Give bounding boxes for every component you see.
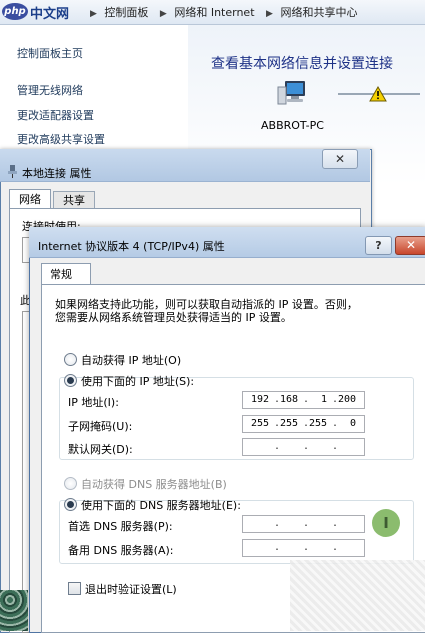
close-button[interactable]: ✕ [395,236,425,255]
ip-auto-label: 自动获得 IP 地址(O) [81,354,182,367]
subnet-octet-1: 255 [250,418,269,429]
desktop-background [0,590,28,631]
network-adapter-icon [7,165,18,178]
lan-properties-title: 本地连接 属性 [22,167,92,180]
alternate-dns-label: 备用 DNS 服务器(A): [68,544,174,557]
ip-address-field[interactable]: 192. 168. 1. 200 [242,391,365,409]
computer-icon [276,79,308,107]
ip-octet-1: 192 [250,394,269,405]
ip-octet-2: 168 [279,394,298,405]
breadcrumb-control-panel[interactable]: 控制面板 [104,6,148,19]
breadcrumb-network-internet[interactable]: 网络和 Internet [174,6,254,19]
preferred-dns-label: 首选 DNS 服务器(P): [68,520,173,533]
logo-oval: php [2,3,28,20]
breadcrumb-separator-icon: ▶ [159,9,167,19]
help-button[interactable]: ? [365,236,392,255]
gateway-field[interactable]: . . . [242,438,365,456]
radio-button-selected-icon [64,374,77,387]
sidebar-item-wireless[interactable]: 管理无线网络 [17,82,83,98]
sidebar-item-adapter[interactable]: 更改适配器设置 [17,107,94,123]
ip-manual-radio[interactable]: 使用下面的 IP 地址(S): [64,373,195,388]
ip-auto-radio[interactable]: 自动获得 IP 地址(O) [64,352,182,367]
dns-manual-radio[interactable]: 使用下面的 DNS 服务器地址(E): [64,497,241,512]
subnet-octet-2: 255 [279,418,298,429]
subnet-mask-field[interactable]: 255. 255. 255. 0 [242,415,365,433]
preferred-dns-field[interactable]: . . . [242,515,365,533]
subnet-octet-4: 0 [349,418,356,429]
site-logo: php 中文网 [2,2,82,22]
dns-manual-label: 使用下面的 DNS 服务器地址(E): [81,499,241,512]
text-cursor-icon: I [372,509,400,537]
tab-sharing[interactable]: 共享 [53,191,95,209]
validate-on-exit-checkbox[interactable]: 退出时验证设置(L) [68,581,177,597]
gateway-label: 默认网关(D): [68,443,133,456]
radio-button-selected-icon [64,498,77,511]
tab-general[interactable]: 常规 [41,263,91,285]
ipv4-title: Internet 协议版本 4 (TCP/IPv4) 属性 [38,240,225,253]
breadcrumb: ▶ 控制面板 ▶ 网络和 Internet ▶ 网络和共享中心 [86,4,361,20]
ip-address-label: IP 地址(I): [68,396,119,409]
alternate-dns-field[interactable]: . . . [242,539,365,557]
subnet-octet-3: 255 [308,418,327,429]
tab-network[interactable]: 网络 [9,189,51,210]
ip-octet-3: 1 [320,394,327,405]
breadcrumb-separator-icon: ▶ [90,9,97,19]
watermark-pattern [290,560,425,631]
breadcrumb-network-sharing-center[interactable]: 网络和共享中心 [280,6,357,19]
logo-text: 中文网 [30,7,70,22]
description-line-2: 您需要从网络系统管理员处获得适当的 IP 设置。 [55,311,292,324]
validate-on-exit-label: 退出时验证设置(L) [85,583,177,596]
dns-auto-label: 自动获得 DNS 服务器地址(B) [81,478,227,491]
ip-manual-label: 使用下面的 IP 地址(S): [81,375,195,388]
breadcrumb-separator-icon: ▶ [266,9,273,19]
checkbox-icon [68,582,81,595]
sidebar-item-home[interactable]: 控制面板主页 [17,45,83,61]
warning-icon[interactable] [369,85,387,102]
computer-name: ABBROT-PC [261,119,324,132]
lan-close-button[interactable]: ✕ [322,149,358,169]
sidebar-item-sharing[interactable]: 更改高级共享设置 [17,131,105,147]
page-title: 查看基本网络信息并设置连接 [211,56,393,72]
radio-button-icon [64,353,77,366]
radio-button-icon [64,477,77,490]
dns-auto-radio[interactable]: 自动获得 DNS 服务器地址(B) [64,476,227,491]
subnet-mask-label: 子网掩码(U): [68,420,133,433]
ip-octet-4: 200 [337,394,356,405]
